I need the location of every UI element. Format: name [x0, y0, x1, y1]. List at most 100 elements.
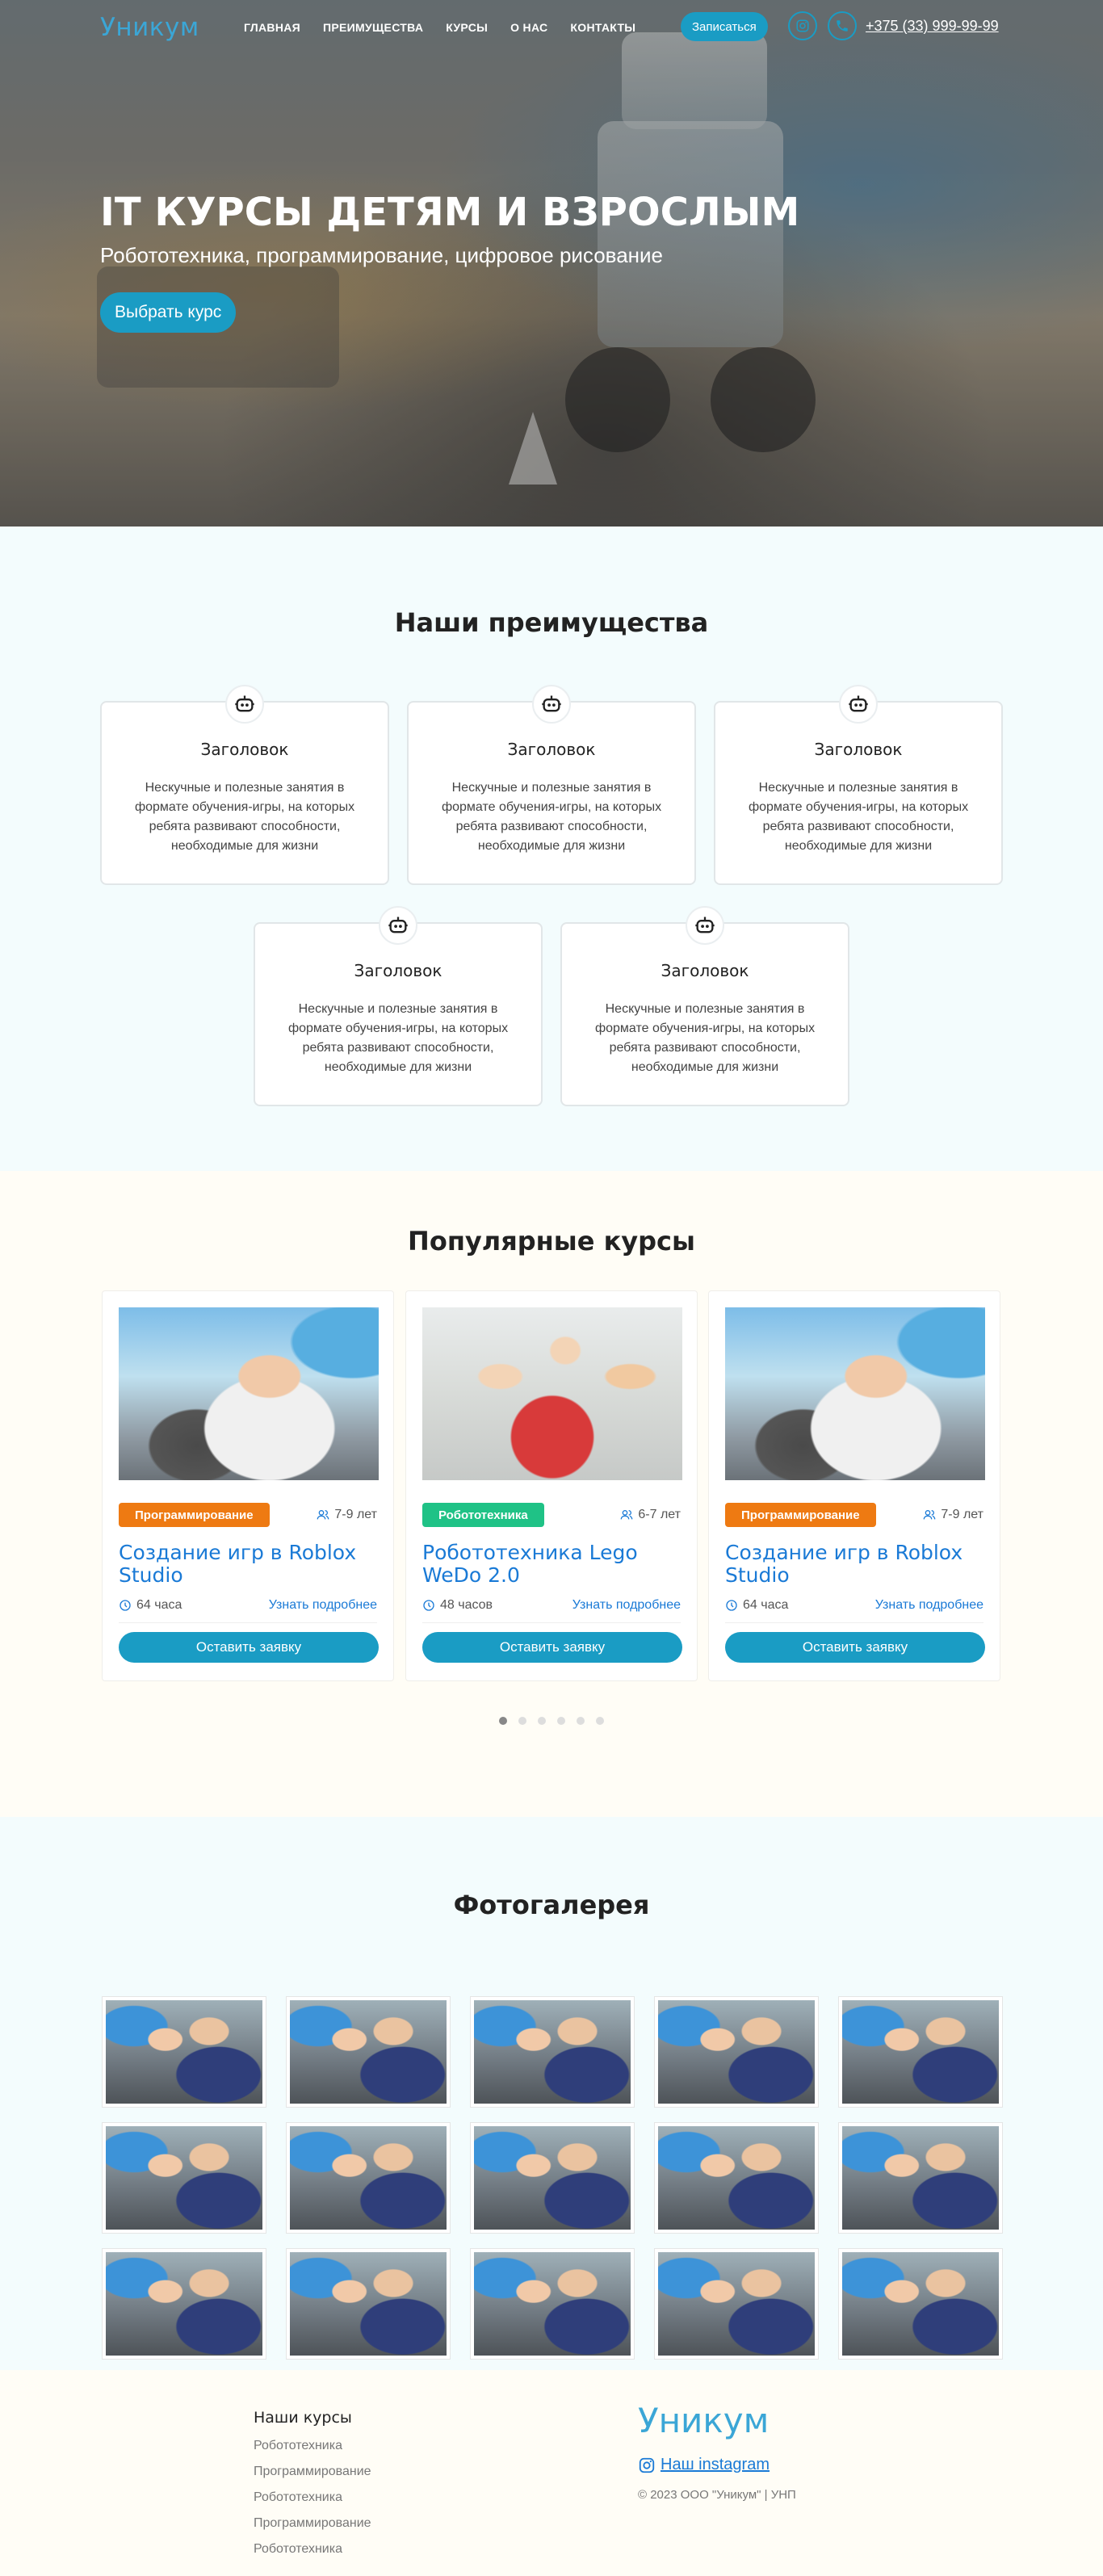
- advantage-text: Нескучные и полезные занятия в формате о…: [134, 781, 355, 853]
- gallery-photo-image: [106, 2126, 262, 2230]
- course-image[interactable]: [119, 1307, 379, 1480]
- footer-course-link[interactable]: Программирование: [254, 2459, 371, 2485]
- carousel-dot[interactable]: [499, 1717, 507, 1725]
- gallery-photo[interactable]: [286, 2122, 451, 2234]
- advantage-card: Заголовок Нескучные и полезные занятия в…: [560, 906, 849, 1106]
- gallery-section: Фотогалерея: [0, 1817, 1103, 2370]
- main-nav: ГЛАВНАЯ ПРЕИМУЩЕСТВА КУРСЫ О НАС КОНТАКТ…: [244, 21, 635, 34]
- nav-link-contacts[interactable]: КОНТАКТЫ: [570, 21, 635, 34]
- gallery-photo-image: [842, 2252, 999, 2356]
- phone-number[interactable]: +375 (33) 999-99-99: [866, 18, 999, 35]
- course-category-badge: Робототехника: [422, 1503, 544, 1527]
- carousel-dot[interactable]: [538, 1717, 546, 1725]
- advantage-title: Заголовок: [200, 740, 289, 759]
- course-age: 7-9 лет: [923, 1508, 983, 1522]
- advantage-title: Заголовок: [661, 961, 749, 980]
- gallery-photo-image: [658, 2000, 815, 2104]
- gallery-photo[interactable]: [286, 2248, 451, 2360]
- phone-button[interactable]: [828, 11, 857, 40]
- choose-course-button[interactable]: Выбрать курс: [100, 292, 237, 333]
- course-more-link[interactable]: Узнать подробнее: [875, 1598, 983, 1613]
- robot-icon: [225, 685, 264, 724]
- gallery-photo[interactable]: [102, 2248, 266, 2360]
- gallery-photo[interactable]: [838, 1996, 1003, 2108]
- enroll-button[interactable]: Записаться: [681, 12, 768, 41]
- nav-link-advantages[interactable]: ПРЕИМУЩЕСТВА: [323, 21, 423, 34]
- robot-icon: [686, 906, 724, 945]
- course-image[interactable]: [422, 1307, 682, 1480]
- gallery-photo-image: [658, 2126, 815, 2230]
- carousel-dot[interactable]: [518, 1717, 526, 1725]
- gallery-photo[interactable]: [102, 2122, 266, 2234]
- footer-courses-list: Робототехника Программирование Робототех…: [254, 2433, 371, 2562]
- robot-icon: [839, 685, 878, 724]
- apply-button[interactable]: Оставить заявку: [119, 1632, 379, 1663]
- site-logo[interactable]: Уникум: [100, 13, 199, 42]
- footer-logo[interactable]: Уникум: [638, 2401, 769, 2440]
- course-image[interactable]: [725, 1307, 985, 1480]
- gallery-photo[interactable]: [470, 2122, 635, 2234]
- course-age-text: 7-9 лет: [941, 1508, 983, 1521]
- advantage-text: Нескучные и полезные занятия в формате о…: [287, 1002, 509, 1074]
- gallery-photo[interactable]: [470, 2248, 635, 2360]
- advantage-text: Нескучные и полезные занятия в формате о…: [441, 781, 662, 853]
- robot-icon: [379, 906, 417, 945]
- gallery-photo-image: [106, 2000, 262, 2104]
- gallery-photo[interactable]: [654, 2248, 819, 2360]
- divider: [422, 1622, 681, 1623]
- gallery-photo[interactable]: [838, 2122, 1003, 2234]
- advantage-card: Заголовок Нескучные и полезные занятия в…: [254, 906, 543, 1106]
- course-hours: 64 часа: [725, 1598, 788, 1613]
- gallery-photo-image: [106, 2252, 262, 2356]
- gallery-photo-image: [658, 2252, 815, 2356]
- advantage-title: Заголовок: [507, 740, 596, 759]
- robot-icon: [532, 685, 571, 724]
- course-card: Робототехника 6-7 лет Робототехника Lego…: [405, 1290, 698, 1681]
- apply-button[interactable]: Оставить заявку: [725, 1632, 985, 1663]
- courses-section: Популярные курсы Программирование 7-9 ле…: [0, 1171, 1103, 1817]
- footer-course-link[interactable]: Робототехника: [254, 2536, 371, 2562]
- advantage-text: Нескучные и полезные занятия в формате о…: [594, 1002, 816, 1074]
- gallery-photo-image: [474, 2000, 631, 2104]
- nav-link-home[interactable]: ГЛАВНАЯ: [244, 21, 300, 34]
- course-more-link[interactable]: Узнать подробнее: [572, 1598, 681, 1613]
- nav-link-about[interactable]: О НАС: [510, 21, 547, 34]
- footer-course-link[interactable]: Робототехника: [254, 2433, 371, 2459]
- gallery-photo[interactable]: [654, 1996, 819, 2108]
- gallery-photo-image: [474, 2126, 631, 2230]
- carousel-dot[interactable]: [596, 1717, 604, 1725]
- course-category-badge: Программирование: [119, 1503, 270, 1527]
- footer-instagram-link[interactable]: Наш instagram: [638, 2456, 770, 2474]
- course-age: 6-7 лет: [620, 1508, 681, 1522]
- advantage-card: Заголовок Нескучные и полезные занятия в…: [100, 685, 389, 885]
- footer-course-link[interactable]: Робототехника: [254, 2485, 371, 2511]
- advantage-title: Заголовок: [814, 740, 903, 759]
- gallery-photo[interactable]: [838, 2248, 1003, 2360]
- gallery-photo[interactable]: [286, 1996, 451, 2108]
- course-age-text: 6-7 лет: [638, 1508, 681, 1521]
- course-hours: 64 часа: [119, 1598, 182, 1613]
- footer-course-link[interactable]: Программирование: [254, 2511, 371, 2536]
- advantage-card: Заголовок Нескучные и полезные занятия в…: [407, 685, 696, 885]
- carousel-dot[interactable]: [557, 1717, 565, 1725]
- phone-icon: [837, 20, 848, 31]
- course-title[interactable]: Робототехника Lego WeDo 2.0: [422, 1542, 681, 1587]
- carousel-dot[interactable]: [577, 1717, 585, 1725]
- site-header: Уникум ГЛАВНАЯ ПРЕИМУЩЕСТВА КУРСЫ О НАС …: [0, 0, 1103, 55]
- course-title[interactable]: Создание игр в Roblox Studio: [725, 1542, 983, 1587]
- course-more-link[interactable]: Узнать подробнее: [269, 1598, 377, 1613]
- instagram-button[interactable]: [788, 11, 817, 40]
- users-icon: [317, 1510, 329, 1520]
- course-hours-text: 64 часа: [136, 1598, 182, 1612]
- course-card: Программирование 7-9 лет Создание игр в …: [708, 1290, 1000, 1681]
- gallery-photo-image: [474, 2252, 631, 2356]
- course-title[interactable]: Создание игр в Roblox Studio: [119, 1542, 377, 1587]
- nav-link-courses[interactable]: КУРСЫ: [446, 21, 488, 34]
- gallery-photo[interactable]: [654, 2122, 819, 2234]
- clock-icon: [120, 1600, 131, 1611]
- apply-button[interactable]: Оставить заявку: [422, 1632, 682, 1663]
- gallery-photo[interactable]: [102, 1996, 266, 2108]
- divider: [119, 1622, 377, 1623]
- course-age: 7-9 лет: [317, 1508, 377, 1522]
- gallery-photo[interactable]: [470, 1996, 635, 2108]
